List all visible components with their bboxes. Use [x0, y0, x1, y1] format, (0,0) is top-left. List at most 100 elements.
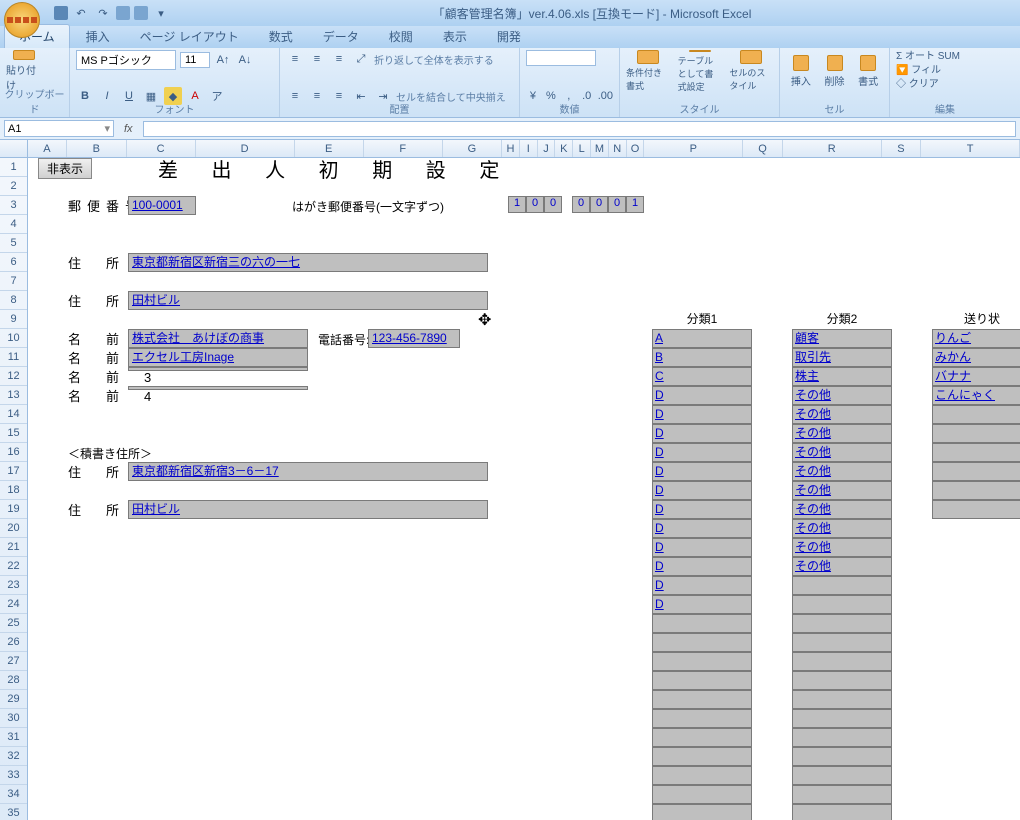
postcard-zip-0[interactable]: 1 [508, 196, 526, 213]
cat1-cell-8[interactable]: D [652, 481, 752, 500]
row-header-35[interactable]: 35 [0, 804, 27, 820]
send-cell-0[interactable]: りんご [932, 329, 1020, 348]
row-header-3[interactable]: 3 [0, 196, 27, 215]
cat2-cell-11[interactable]: その他 [792, 538, 892, 557]
qat-dropdown-icon[interactable]: ▾ [152, 4, 170, 22]
wrap-text-button[interactable]: 折り返して全体を表示する [374, 52, 494, 67]
postcard-zip-2[interactable]: 0 [544, 196, 562, 213]
send-cell-1[interactable]: みかん [932, 348, 1020, 367]
name3-input[interactable] [128, 367, 308, 371]
cat1-cell-23[interactable] [652, 766, 752, 785]
cat1-cell-5[interactable]: D [652, 424, 752, 443]
cat2-cell-0[interactable]: 顧客 [792, 329, 892, 348]
preview-icon[interactable] [134, 6, 148, 20]
cat1-cell-16[interactable] [652, 633, 752, 652]
postcard-zip-6[interactable]: 1 [626, 196, 644, 213]
font-size-select[interactable]: 11 [180, 52, 210, 68]
cat2-cell-25[interactable] [792, 804, 892, 820]
format-cells-button[interactable]: 書式 [853, 50, 883, 92]
row-header-4[interactable]: 4 [0, 215, 27, 234]
cell-style-button[interactable]: セルのスタイル [729, 50, 773, 92]
cat2-cell-20[interactable] [792, 709, 892, 728]
row-header-16[interactable]: 16 [0, 443, 27, 462]
cat2-cell-17[interactable] [792, 652, 892, 671]
cat1-cell-11[interactable]: D [652, 538, 752, 557]
cat1-cell-15[interactable] [652, 614, 752, 633]
row-header-9[interactable]: 9 [0, 310, 27, 329]
tab-insert[interactable]: 挿入 [72, 25, 124, 48]
col-header-S[interactable]: S [882, 140, 922, 157]
col-header-P[interactable]: P [644, 140, 743, 157]
cat1-cell-4[interactable]: D [652, 405, 752, 424]
send-cell-5[interactable] [932, 424, 1020, 443]
send-cell-7[interactable] [932, 462, 1020, 481]
cat1-cell-18[interactable] [652, 671, 752, 690]
cat2-cell-10[interactable]: その他 [792, 519, 892, 538]
cat1-cell-6[interactable]: D [652, 443, 752, 462]
tab-review[interactable]: 校閲 [375, 25, 427, 48]
fill-button[interactable]: 🔽 フィル [896, 64, 994, 78]
cat1-cell-25[interactable] [652, 804, 752, 820]
cat2-cell-15[interactable] [792, 614, 892, 633]
addr1-input[interactable]: 東京都新宿区新宿三の六の一七 [128, 253, 488, 272]
send-cell-2[interactable]: バナナ [932, 367, 1020, 386]
row-header-21[interactable]: 21 [0, 538, 27, 557]
cat2-cell-19[interactable] [792, 690, 892, 709]
send-cell-9[interactable] [932, 500, 1020, 519]
row-header-15[interactable]: 15 [0, 424, 27, 443]
row-header-29[interactable]: 29 [0, 690, 27, 709]
row-header-17[interactable]: 17 [0, 462, 27, 481]
row-header-28[interactable]: 28 [0, 671, 27, 690]
cat1-cell-14[interactable]: D [652, 595, 752, 614]
cat1-cell-12[interactable]: D [652, 557, 752, 576]
number-format-select[interactable] [526, 50, 596, 66]
postcard-zip-1[interactable]: 0 [526, 196, 544, 213]
col-header-J[interactable]: J [538, 140, 556, 157]
tab-formulas[interactable]: 数式 [255, 25, 307, 48]
col-header-Q[interactable]: Q [743, 140, 783, 157]
row-header-25[interactable]: 25 [0, 614, 27, 633]
clear-button[interactable]: ◇ クリア [896, 78, 994, 92]
cat2-cell-7[interactable]: その他 [792, 462, 892, 481]
font-name-select[interactable]: MS Pゴシック [76, 50, 176, 70]
insert-cells-button[interactable]: 挿入 [786, 50, 816, 92]
est-addr2-input[interactable]: 田村ビル [128, 500, 488, 519]
col-header-N[interactable]: N [609, 140, 627, 157]
row-header-22[interactable]: 22 [0, 557, 27, 576]
cat2-cell-23[interactable] [792, 766, 892, 785]
cat2-cell-22[interactable] [792, 747, 892, 766]
select-all-corner[interactable] [0, 140, 28, 157]
align-mid-icon[interactable]: ≡ [308, 50, 326, 68]
cat1-cell-17[interactable] [652, 652, 752, 671]
print-icon[interactable] [116, 6, 130, 20]
row-header-2[interactable]: 2 [0, 177, 27, 196]
row-header-33[interactable]: 33 [0, 766, 27, 785]
orient-icon[interactable]: ⤢ [352, 50, 370, 68]
cat1-cell-7[interactable]: D [652, 462, 752, 481]
row-header-23[interactable]: 23 [0, 576, 27, 595]
row-header-8[interactable]: 8 [0, 291, 27, 310]
cat2-cell-16[interactable] [792, 633, 892, 652]
cat2-cell-13[interactable] [792, 576, 892, 595]
postcard-zip-4[interactable]: 0 [590, 196, 608, 213]
cond-format-button[interactable]: 条件付き書式 [626, 50, 670, 92]
cat2-cell-14[interactable] [792, 595, 892, 614]
col-header-B[interactable]: B [67, 140, 126, 157]
row-header-30[interactable]: 30 [0, 709, 27, 728]
name4-input[interactable] [128, 386, 308, 390]
addr2-input[interactable]: 田村ビル [128, 291, 488, 310]
cat2-cell-6[interactable]: その他 [792, 443, 892, 462]
tel-input[interactable]: 123-456-7890 [368, 329, 460, 348]
cat2-cell-8[interactable]: その他 [792, 481, 892, 500]
align-top-icon[interactable]: ≡ [286, 50, 304, 68]
row-header-32[interactable]: 32 [0, 747, 27, 766]
delete-cells-button[interactable]: 削除 [820, 50, 850, 92]
cat1-cell-0[interactable]: A [652, 329, 752, 348]
row-header-18[interactable]: 18 [0, 481, 27, 500]
cat2-cell-3[interactable]: その他 [792, 386, 892, 405]
name2-input[interactable]: エクセル工房Inage [128, 348, 308, 367]
send-cell-3[interactable]: こんにゃく [932, 386, 1020, 405]
cat1-cell-1[interactable]: B [652, 348, 752, 367]
cat2-cell-5[interactable]: その他 [792, 424, 892, 443]
row-header-7[interactable]: 7 [0, 272, 27, 291]
